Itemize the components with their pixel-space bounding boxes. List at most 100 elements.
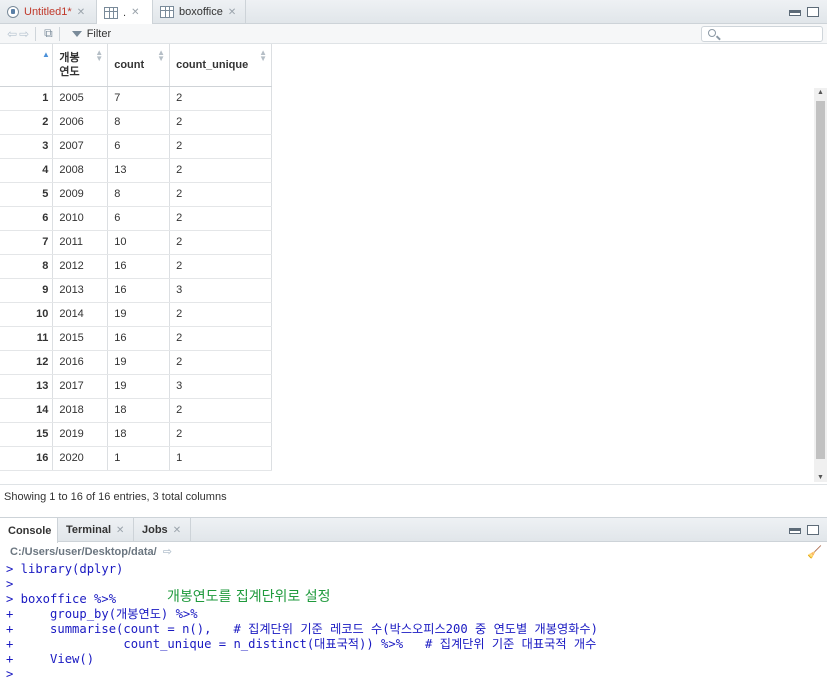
filter-label: Filter <box>86 27 112 40</box>
table-cell: 13 <box>107 158 171 183</box>
table-cell: 1 <box>169 446 272 471</box>
tab-label: Untitled1* <box>24 6 72 18</box>
tab-label: Console <box>8 524 52 537</box>
table-cell: 2015 <box>52 326 109 351</box>
grid-icon <box>160 6 174 18</box>
table-cell: 2010 <box>52 206 109 231</box>
close-icon[interactable]: ✕ <box>77 7 85 18</box>
tab-untitled1[interactable]: Untitled1* ✕ <box>0 0 97 24</box>
table-row[interactable]: 10 2014 19 2 <box>0 302 272 327</box>
console-line: > boxoffice %>% <box>6 592 117 606</box>
table-row[interactable]: 6 2010 6 2 <box>0 206 272 231</box>
console-line: + group_by(개봉연도) %>% <box>6 607 198 621</box>
table-row[interactable]: 16 2020 1 1 <box>0 446 272 471</box>
row-number: 9 <box>0 278 54 303</box>
tab-console[interactable]: Console <box>0 518 58 543</box>
table-row[interactable]: 11 2015 16 2 <box>0 326 272 351</box>
table-cell: 2006 <box>52 110 109 135</box>
funnel-icon <box>71 30 82 37</box>
close-icon[interactable]: ✕ <box>131 7 139 18</box>
row-number: 16 <box>0 446 54 471</box>
table-cell: 2 <box>169 206 272 231</box>
scroll-down-icon[interactable]: ▼ <box>817 474 824 481</box>
scroll-up-icon[interactable]: ▲ <box>817 89 824 96</box>
viewer-toolbar: ⇦ ⇨ ⧉ Filter <box>0 24 827 44</box>
goto-directory-icon[interactable]: ⇨ <box>163 546 172 558</box>
row-number: 3 <box>0 134 54 159</box>
sort-icon: ▲ ▼ <box>157 48 166 63</box>
table-row[interactable]: 5 2009 8 2 <box>0 182 272 207</box>
table-cell: 2007 <box>52 134 109 159</box>
row-number: 14 <box>0 398 54 423</box>
console-line: > <box>6 667 14 681</box>
annotation-text: 개봉연도를 집계단위로 설정 <box>167 589 331 605</box>
sort-icon: ▲ ▼ <box>259 48 267 63</box>
table-cell: 8 <box>107 182 171 207</box>
close-icon[interactable]: ✕ <box>116 525 124 536</box>
console-pane: Console Terminal ✕ Jobs ✕ C:/Users/user/… <box>0 517 827 684</box>
console-line: + count_unique = n_distinct(대표국적)) %>% #… <box>6 637 597 651</box>
table-cell: 2020 <box>52 446 109 471</box>
table-cell: 18 <box>107 398 171 423</box>
maximize-pane-button[interactable] <box>807 525 819 535</box>
table-row[interactable]: 3 2007 6 2 <box>0 134 272 159</box>
tab-terminal[interactable]: Terminal ✕ <box>58 518 134 542</box>
minimize-pane-button[interactable] <box>789 528 801 534</box>
status-bar: Showing 1 to 16 of 16 entries, 3 total c… <box>0 484 827 510</box>
table-cell: 2014 <box>52 302 109 327</box>
table-row[interactable]: 15 2019 18 2 <box>0 422 272 447</box>
source-tab-bar: Untitled1* ✕ . ✕ boxoffice ✕ <box>0 0 827 25</box>
forward-arrow-icon[interactable]: ⇨ <box>19 27 29 41</box>
row-number: 12 <box>0 350 54 375</box>
column-header-count[interactable]: count ▲ ▼ <box>107 44 171 87</box>
table-cell: 6 <box>107 134 171 159</box>
filter-button[interactable]: Filter <box>71 27 112 40</box>
search-input[interactable] <box>701 26 823 42</box>
table-cell: 2 <box>169 86 272 111</box>
close-icon[interactable]: ✕ <box>228 7 236 18</box>
table-cell: 2011 <box>52 230 109 255</box>
close-icon[interactable]: ✕ <box>173 525 181 536</box>
minimize-pane-button[interactable] <box>789 10 801 16</box>
table-cell: 2016 <box>52 350 109 375</box>
row-number: 6 <box>0 206 54 231</box>
tab-dot-data[interactable]: . ✕ <box>97 0 153 25</box>
row-number: 1 <box>0 86 54 111</box>
table-cell: 19 <box>107 374 171 399</box>
table-row[interactable]: 1 2005 7 2 <box>0 86 272 111</box>
console-output[interactable]: > library(dplyr) > > boxoffice %>% + group_… <box>6 562 821 682</box>
sort-ascending-icon: ▲ <box>42 50 50 59</box>
table-row[interactable]: 12 2016 19 2 <box>0 350 272 375</box>
table-cell: 2 <box>169 302 272 327</box>
tab-boxoffice[interactable]: boxoffice ✕ <box>153 0 246 24</box>
table-row[interactable]: 8 2012 16 2 <box>0 254 272 279</box>
table-cell: 2019 <box>52 422 109 447</box>
table-row[interactable]: 2 2006 8 2 <box>0 110 272 135</box>
tab-jobs[interactable]: Jobs ✕ <box>134 518 191 542</box>
clear-console-icon[interactable]: 🧹 <box>807 545 822 559</box>
column-label: count_unique <box>176 58 249 71</box>
maximize-pane-button[interactable] <box>807 7 819 17</box>
column-header-count-unique[interactable]: count_unique ▲ ▼ <box>169 44 272 87</box>
table-cell: 2 <box>169 110 272 135</box>
vertical-scrollbar[interactable]: ▲ ▼ <box>814 88 827 482</box>
scrollbar-thumb[interactable] <box>816 101 825 459</box>
table-cell: 2013 <box>52 278 109 303</box>
table-cell: 2 <box>169 134 272 159</box>
table-cell: 2009 <box>52 182 109 207</box>
back-arrow-icon[interactable]: ⇦ <box>7 27 17 41</box>
table-cell: 2008 <box>52 158 109 183</box>
row-number-header[interactable]: ▲ <box>0 44 54 87</box>
popout-window-icon[interactable]: ⧉ <box>44 26 53 41</box>
column-header-year[interactable]: 개봉 연도 ▲ ▼ <box>52 44 109 87</box>
table-row[interactable]: 9 2013 16 3 <box>0 278 272 303</box>
working-directory: C:/Users/user/Desktop/data/ ⇨ <box>0 542 827 562</box>
table-cell: 19 <box>107 302 171 327</box>
table-row[interactable]: 13 2017 19 3 <box>0 374 272 399</box>
table-row[interactable]: 14 2018 18 2 <box>0 398 272 423</box>
table-row[interactable]: 4 2008 13 2 <box>0 158 272 183</box>
toolbar-divider <box>35 26 37 41</box>
console-line: > library(dplyr) <box>6 562 124 576</box>
table-row[interactable]: 7 2011 10 2 <box>0 230 272 255</box>
row-number: 8 <box>0 254 54 279</box>
